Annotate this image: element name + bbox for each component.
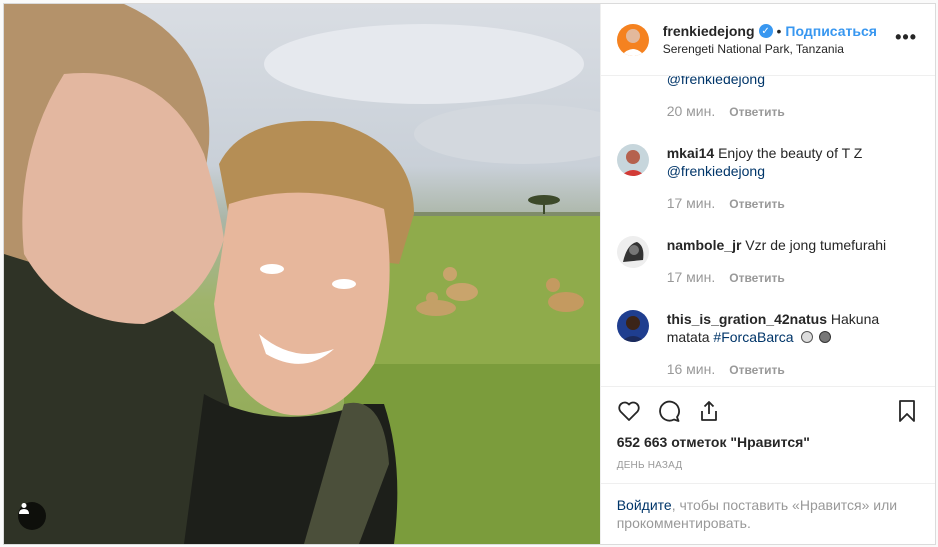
comment-text: Vzr de jong tumefurahi [741,237,887,253]
photo-illustration [4,4,600,544]
comment-time: 20 мин. [666,103,716,119]
likes-count[interactable]: 652 663 отметок "Нравится" [601,434,935,450]
comment-avatar[interactable] [616,144,649,176]
post-header: frenkiedejong ✓ • Подписаться Serengeti … [600,4,935,76]
comment-time: 16 мин. [666,361,716,377]
post-timestamp: ДЕНЬ НАЗАД [616,460,683,471]
comment-username[interactable]: mkai14 [667,145,714,161]
login-link[interactable]: Войдите [617,497,672,513]
author-avatar[interactable] [616,23,649,56]
action-bar [600,386,935,434]
comment-mention[interactable]: @frenkiedejong [667,76,765,87]
circle-emoji-icon [801,331,814,343]
comments-list[interactable]: @frenkiedejong 20 мин. Ответить mkai14 E… [601,76,935,386]
comment-username[interactable]: nambole_jr [667,237,742,253]
follow-button[interactable]: Подписаться [785,23,877,39]
post-photo[interactable] [4,4,600,544]
comment-icon[interactable] [657,399,681,423]
person-icon [19,503,29,514]
reply-button[interactable]: Ответить [729,102,784,121]
separator-dot: • [776,23,782,39]
tagged-users-button[interactable] [18,502,46,530]
comment-item: mkai14 Enjoy the beauty of T Z @frenkied… [616,144,919,213]
comment-time: 17 мин. [666,269,716,285]
reply-button[interactable]: Ответить [729,268,784,287]
comment-text: Enjoy the beauty of T Z [714,145,863,161]
comment-item: nambole_jr Vzr de jong tumefurahi 17 мин… [616,236,919,287]
post-sidebar: frenkiedejong ✓ • Подписаться Serengeti … [599,4,935,544]
author-username[interactable]: frenkiedejong [663,23,755,39]
reply-button[interactable]: Ответить [729,360,784,379]
heart-icon[interactable] [617,399,641,423]
verified-badge-icon: ✓ [758,24,773,38]
comment-time: 17 мин. [666,195,716,211]
comment-item: @frenkiedejong 20 мин. Ответить [617,76,919,121]
comment-mention[interactable]: @frenkiedejong [667,163,765,179]
comment-username[interactable]: this_is_gration_42natus [667,311,827,327]
comment-item: this_is_gration_42natus Hakuna matata #F… [616,310,919,379]
more-options-icon[interactable]: ••• [895,28,917,46]
share-icon[interactable] [697,399,721,423]
comment-avatar[interactable] [616,310,649,342]
location-link[interactable]: Serengeti National Park, Tanzania [663,42,877,56]
circle-emoji-icon [819,331,832,343]
reply-button[interactable]: Ответить [729,194,784,213]
login-prompt: Войдите, чтобы поставить «Нравится» или … [600,483,935,544]
post-card: frenkiedejong ✓ • Подписаться Serengeti … [3,3,936,545]
bookmark-icon[interactable] [895,399,919,423]
comment-avatar[interactable] [616,236,649,268]
comment-hashtag[interactable]: #ForcaBarca [713,329,793,345]
